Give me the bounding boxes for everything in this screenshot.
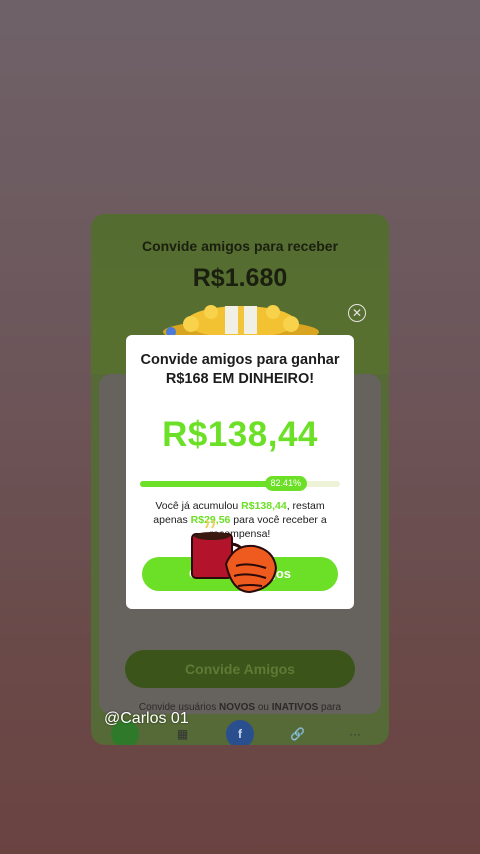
facebook-icon[interactable]: f bbox=[226, 720, 254, 745]
more-icon[interactable]: ··· bbox=[341, 720, 369, 745]
link-icon[interactable]: 🔗 bbox=[284, 720, 312, 745]
progress-bar: 82.41% bbox=[140, 476, 340, 491]
background-title: Convide amigos para receber bbox=[141, 238, 339, 254]
modal-title: Convide amigos para ganhar R$168 EM DINH… bbox=[140, 352, 340, 387]
progress-label: 82.41% bbox=[264, 476, 307, 491]
close-icon[interactable]: ✕ bbox=[348, 304, 366, 322]
background-invite-button[interactable]: Convide Amigos bbox=[125, 650, 355, 688]
coffee-mug-sticker bbox=[191, 520, 278, 594]
modal-amount: R$138,44 bbox=[162, 415, 318, 454]
background-amount: R$1.680 bbox=[192, 264, 288, 292]
username-overlay: @Carlos 01 bbox=[104, 710, 189, 727]
